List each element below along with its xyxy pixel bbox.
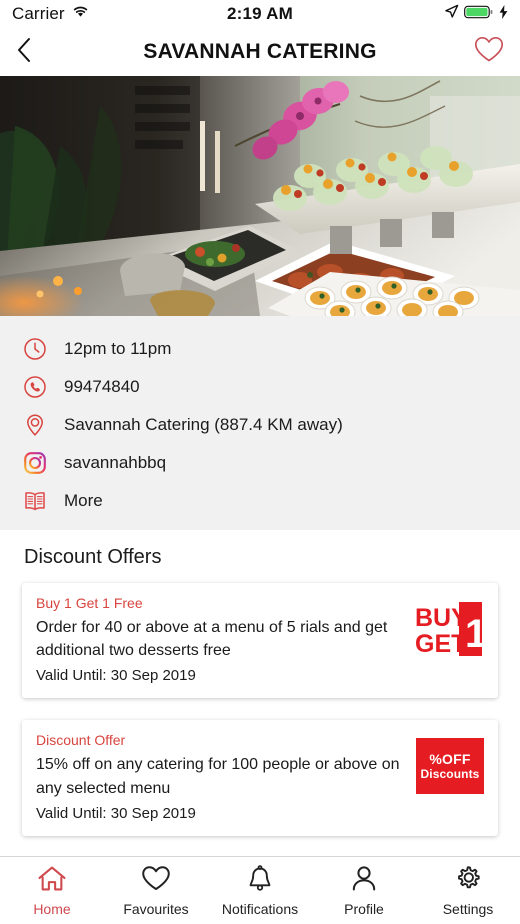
bell-icon [247, 864, 273, 897]
offer-description: Order for 40 or above at a menu of 5 ria… [36, 619, 388, 660]
offer-valid-until: Valid Until: 30 Sep 2019 [36, 667, 196, 685]
favourite-button[interactable] [474, 36, 504, 68]
badge-line-1: %OFF [429, 751, 471, 768]
percent-off-badge: %OFF Discounts [416, 738, 484, 795]
info-more-text: More [64, 491, 103, 510]
badge-number: 1 [465, 612, 483, 656]
venue-info-panel: 12pm to 11pm 99474840 Savannah Catering … [0, 316, 520, 530]
nav-bar: SAVANNAH CATERING [0, 28, 520, 76]
info-instagram-text: savannahbbq [64, 453, 167, 472]
offer-title: Discount Offer [36, 732, 126, 749]
info-row-more[interactable]: More [0, 482, 520, 520]
page-title: SAVANNAH CATERING [143, 40, 377, 63]
tab-favourites[interactable]: Favourites [104, 857, 208, 924]
person-icon [351, 865, 377, 897]
lightning-bolt-icon [499, 4, 508, 24]
clock-icon [22, 336, 48, 362]
info-hours-text: 12pm to 11pm [64, 339, 172, 358]
location-arrow-icon [444, 4, 459, 24]
offer-card-body: Discount Offer 15% off on any catering f… [36, 732, 406, 821]
section-title: Discount Offers [24, 546, 162, 568]
info-row-phone[interactable]: 99474840 [0, 368, 520, 406]
offer-card[interactable]: Discount Offer 15% off on any catering f… [22, 720, 498, 836]
tab-home[interactable]: Home [0, 857, 104, 924]
info-row-location[interactable]: Savannah Catering (887.4 KM away) [0, 406, 520, 444]
info-row-hours[interactable]: 12pm to 11pm [0, 330, 520, 368]
status-bar: Carrier 2:19 AM [0, 0, 520, 28]
tab-label: Settings [442, 901, 494, 917]
status-bar-clock: 2:19 AM [227, 4, 293, 23]
tab-label: Home [33, 900, 71, 917]
offer-valid-until: Valid Until: 30 Sep 2019 [36, 804, 196, 822]
battery-icon [464, 5, 494, 24]
status-bar-right [444, 4, 508, 24]
info-row-instagram[interactable]: savannahbbq [0, 444, 520, 482]
phone-icon [22, 374, 48, 400]
home-icon [37, 865, 67, 897]
tab-label: Notifications [221, 900, 299, 917]
back-button[interactable] [16, 37, 50, 68]
offer-card[interactable]: Buy 1 Get 1 Free Order for 40 or above a… [22, 583, 498, 699]
gear-icon [454, 864, 482, 897]
map-pin-icon [22, 412, 48, 438]
tab-settings[interactable]: Settings [416, 857, 520, 924]
tab-label: Profile [344, 900, 384, 917]
venue-photo [0, 76, 520, 316]
heart-icon [141, 865, 171, 897]
info-phone-text: 99474840 [64, 377, 140, 396]
offer-title: Buy 1 Get 1 Free [36, 595, 143, 611]
tab-profile[interactable]: Profile [312, 857, 416, 924]
tab-label: Favourites [123, 900, 189, 917]
offer-description: 15% off on any catering for 100 people o… [36, 756, 400, 797]
chevron-left-icon [16, 37, 32, 68]
instagram-icon [22, 450, 48, 476]
app-screen: Carrier 2:19 AM SAVANNAH CATERING 12pm t… [0, 0, 520, 924]
tab-notifications[interactable]: Notifications [208, 857, 312, 924]
book-icon [22, 488, 48, 514]
buy-one-get-one-badge: BUY GET 1 [412, 599, 484, 659]
info-location-text: Savannah Catering (887.4 KM away) [64, 415, 343, 434]
badge-line-2: GET [415, 630, 466, 658]
heart-outline-icon [474, 36, 504, 68]
badge-line-2: Discounts [420, 767, 480, 782]
offer-card-body: Buy 1 Get 1 Free Order for 40 or above a… [36, 595, 402, 684]
discount-offers-section: Discount Offers Buy 1 Get 1 Free Order f… [0, 530, 520, 856]
bottom-tab-bar: Home Favourites Notifications Profile Se… [0, 856, 520, 924]
